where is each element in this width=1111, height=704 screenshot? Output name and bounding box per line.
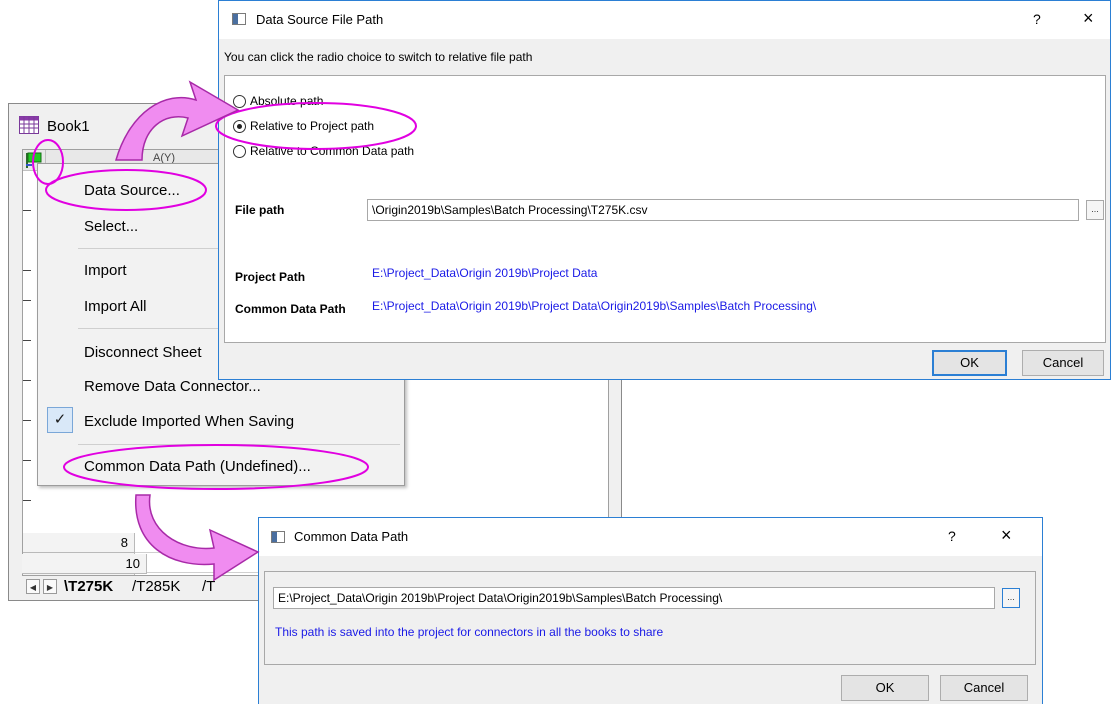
row-header[interactable]: 10 — [22, 554, 147, 574]
close-button[interactable]: × — [1083, 8, 1094, 29]
instruction-text: You can click the radio choice to switch… — [224, 50, 533, 64]
ok-button[interactable]: OK — [932, 350, 1007, 376]
menu-item-import[interactable]: Import — [84, 262, 127, 279]
file-path-input[interactable]: \Origin2019b\Samples\Batch Processing\T2… — [367, 199, 1079, 221]
radio-absolute-path[interactable] — [233, 95, 246, 108]
cancel-button[interactable]: Cancel — [1022, 350, 1104, 376]
path-note-text: This path is saved into the project for … — [275, 625, 664, 639]
help-button[interactable]: ? — [1033, 11, 1041, 27]
menu-separator — [78, 444, 400, 445]
close-button[interactable]: × — [1001, 525, 1012, 546]
data-source-file-path-dialog: Data Source File Path ? × You can click … — [218, 0, 1111, 380]
workbook-icon — [19, 116, 39, 134]
menu-item-data-source[interactable]: Data Source... — [84, 182, 180, 199]
menu-item-remove-data-connector[interactable]: Remove Data Connector... — [84, 378, 261, 395]
project-path-value: E:\Project_Data\Origin 2019b\Project Dat… — [372, 266, 598, 280]
row-divider — [23, 300, 31, 301]
dialog-body-panel: Absolute path Relative to Project path R… — [224, 75, 1106, 343]
common-data-path-input[interactable]: E:\Project_Data\Origin 2019b\Project Dat… — [273, 587, 995, 609]
table-cell[interactable] — [135, 553, 265, 573]
help-button[interactable]: ? — [948, 528, 956, 544]
radio-relative-to-project[interactable] — [233, 120, 246, 133]
window-icon — [271, 531, 285, 543]
sheet-tab-t285k[interactable]: /T285K — [132, 578, 180, 595]
tab-scroll-left-button[interactable]: ◀ — [26, 579, 40, 594]
radio-label-relative-common[interactable]: Relative to Common Data path — [250, 144, 414, 158]
radio-relative-to-common[interactable] — [233, 145, 246, 158]
dialog-titlebar[interactable]: Common Data Path ? × — [259, 518, 1042, 556]
menu-item-import-all[interactable]: Import All — [84, 298, 147, 315]
radio-label-relative-project[interactable]: Relative to Project path — [250, 119, 374, 133]
dialog-title: Common Data Path — [294, 529, 409, 544]
tab-scroll-right-button[interactable]: ▶ — [43, 579, 57, 594]
menu-item-exclude-imported[interactable]: Exclude Imported When Saving — [84, 413, 294, 430]
window-icon — [232, 13, 246, 25]
check-icon: ✓ — [47, 407, 73, 433]
ok-button[interactable]: OK — [841, 675, 929, 701]
row-divider — [23, 500, 31, 501]
menu-item-common-data-path[interactable]: Common Data Path (Undefined)... — [84, 458, 311, 475]
dialog-title: Data Source File Path — [256, 12, 384, 27]
menu-item-disconnect-sheet[interactable]: Disconnect Sheet — [84, 344, 202, 361]
row-divider — [23, 270, 31, 271]
common-data-path-value: E:\Project_Data\Origin 2019b\Project Dat… — [372, 299, 817, 313]
common-data-path-label: Common Data Path — [235, 302, 346, 316]
row-divider — [23, 340, 31, 341]
sheet-tab-partial[interactable]: /T — [202, 578, 215, 595]
path-group-panel: E:\Project_Data\Origin 2019b\Project Dat… — [264, 571, 1036, 665]
file-path-label: File path — [235, 203, 285, 217]
menu-item-select[interactable]: Select... — [84, 218, 138, 235]
sheet-tab-t275k[interactable]: \T275K — [64, 578, 113, 595]
radio-label-absolute[interactable]: Absolute path — [250, 94, 323, 108]
row-divider — [23, 210, 31, 211]
row-divider — [23, 460, 31, 461]
project-path-label: Project Path — [235, 270, 306, 284]
book-title: Book1 — [47, 118, 90, 135]
row-divider — [23, 420, 31, 421]
browse-button[interactable]: ... — [1002, 588, 1020, 608]
dialog-titlebar[interactable]: Data Source File Path ? × — [219, 1, 1110, 39]
common-data-path-dialog: Common Data Path ? × E:\Project_Data\Ori… — [258, 517, 1043, 704]
table-cell[interactable] — [135, 533, 265, 553]
browse-button[interactable]: ... — [1086, 200, 1104, 220]
cancel-button[interactable]: Cancel — [940, 675, 1028, 701]
row-header[interactable]: 8 — [23, 533, 135, 553]
row-divider — [23, 380, 31, 381]
